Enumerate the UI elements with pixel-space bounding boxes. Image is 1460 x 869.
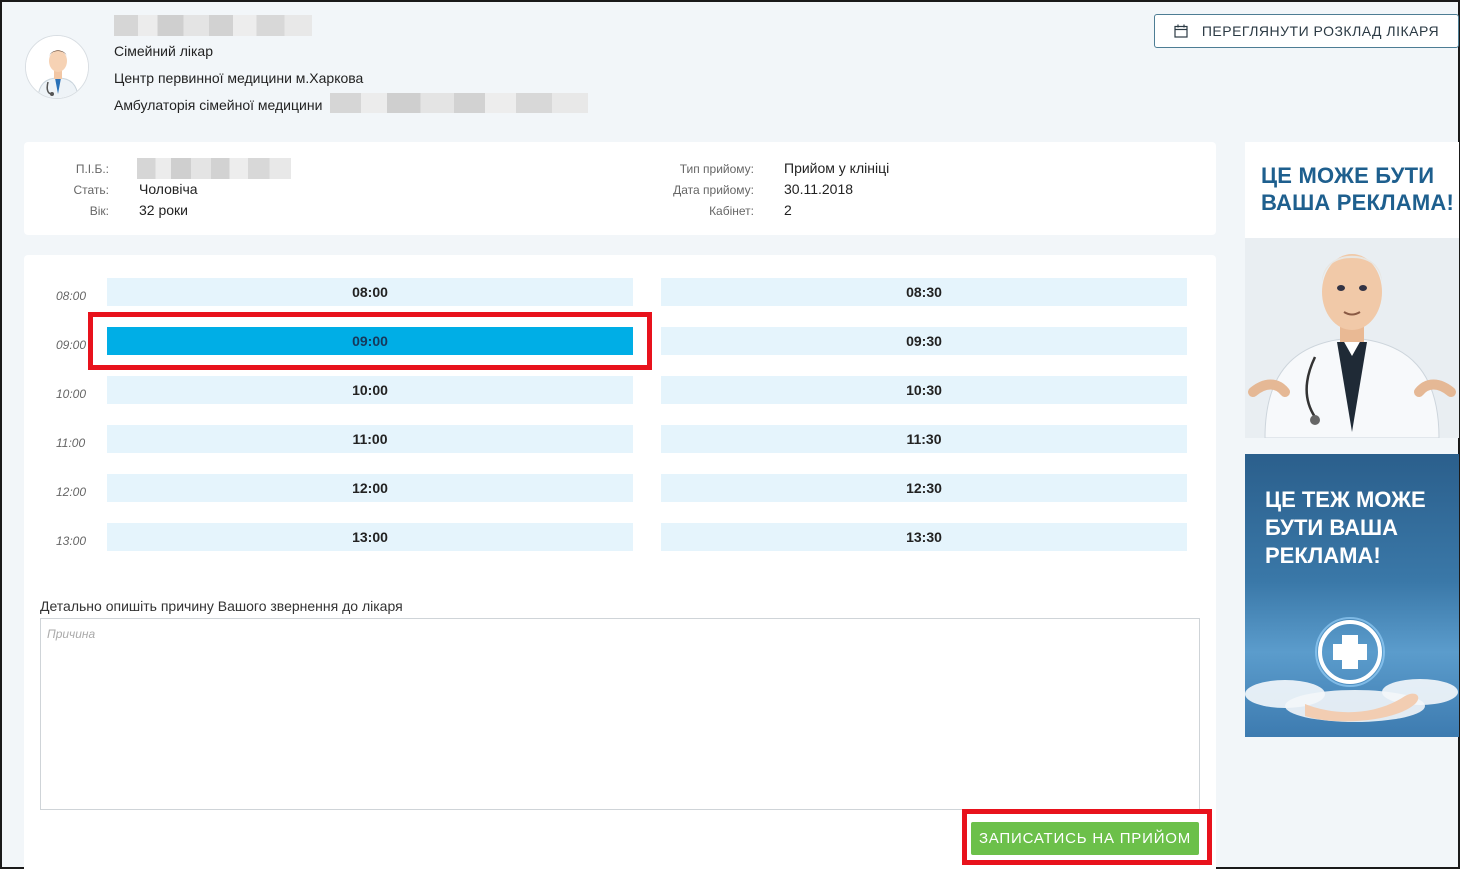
hour-label: 10:00: [56, 387, 87, 401]
reason-textarea[interactable]: [40, 618, 1200, 810]
patient-age-label: Вік:: [89, 204, 109, 218]
patient-gender-label: Стать:: [73, 183, 109, 197]
patient-name-redacted: [137, 158, 291, 179]
patient-gender: Чоловіча: [139, 181, 198, 197]
time-slot-0800[interactable]: 08:00: [107, 278, 633, 306]
time-slot-1130[interactable]: 11:30: [661, 425, 1187, 453]
doctor-avatar: [25, 35, 89, 99]
time-slot-1230[interactable]: 12:30: [661, 474, 1187, 502]
doctor-header: Сімейний лікар Центр первинної медицини …: [2, 2, 1460, 132]
appointment-type: Прийом у клініці: [784, 160, 890, 176]
patient-age: 32 роки: [139, 202, 188, 218]
cabinet-label: Кабінет:: [709, 204, 754, 218]
appointment-date-label: Дата прийому:: [673, 183, 754, 197]
doctor-center: Центр первинної медицини м.Харкова: [114, 70, 364, 86]
cabinet-number: 2: [784, 202, 792, 218]
advertisement-banner-2[interactable]: ЦЕ ТЕЖ МОЖЕ БУТИ ВАША РЕКЛАМА!: [1245, 454, 1459, 737]
hour-label: 13:00: [56, 534, 87, 548]
doctor-name-redacted: [114, 15, 312, 36]
hour-label: 12:00: [56, 485, 87, 499]
appointment-type-label: Тип прийому:: [679, 162, 754, 176]
time-slot-0900-selected[interactable]: 09:00: [107, 327, 633, 355]
time-slot-1200[interactable]: 12:00: [107, 474, 633, 502]
ambulatory-name-redacted: [330, 93, 588, 113]
view-schedule-button[interactable]: ПЕРЕГЛЯНУТИ РОЗКЛАД ЛІКАРЯ: [1154, 14, 1459, 48]
reason-label: Детально опишіть причину Вашого зверненн…: [40, 598, 403, 614]
appointment-date: 30.11.2018: [784, 181, 854, 197]
doctor-role: Сімейний лікар: [114, 43, 213, 59]
doctor-avatar-icon: [26, 36, 88, 98]
hour-label: 08:00: [56, 289, 87, 303]
hour-label: 09:00: [56, 338, 87, 352]
patient-info-panel: П.І.Б.: Стать: Чоловіча Вік: 32 роки Тип…: [24, 142, 1216, 235]
doctor-ambulatory: Амбулаторія сімейної медицини: [114, 97, 323, 113]
time-slot-1000[interactable]: 10:00: [107, 376, 633, 404]
medical-cross-hand-icon: [1245, 617, 1458, 722]
doctor-ad-illustration-icon: [1245, 238, 1459, 438]
time-slot-0830[interactable]: 08:30: [661, 278, 1187, 306]
time-slot-0930[interactable]: 09:30: [661, 327, 1187, 355]
time-slot-1100[interactable]: 11:00: [107, 425, 633, 453]
book-appointment-button[interactable]: ЗАПИСАТИСЬ НА ПРИЙОМ: [971, 822, 1199, 855]
advertisement-banner-1[interactable]: ЦЕ МОЖЕ БУТИ ВАША РЕКЛАМА!: [1245, 142, 1459, 438]
calendar-icon: [1174, 24, 1188, 38]
time-slot-1030[interactable]: 10:30: [661, 376, 1187, 404]
time-slot-1330[interactable]: 13:30: [661, 523, 1187, 551]
time-slot-1300[interactable]: 13:00: [107, 523, 633, 551]
view-schedule-label: ПЕРЕГЛЯНУТИ РОЗКЛАД ЛІКАРЯ: [1201, 23, 1440, 39]
time-slots-panel: 08:00 09:00 10:00 11:00 12:00 13:00 08:0…: [24, 255, 1216, 869]
hour-label: 11:00: [56, 436, 86, 450]
patient-name-label: П.І.Б.:: [75, 162, 109, 176]
